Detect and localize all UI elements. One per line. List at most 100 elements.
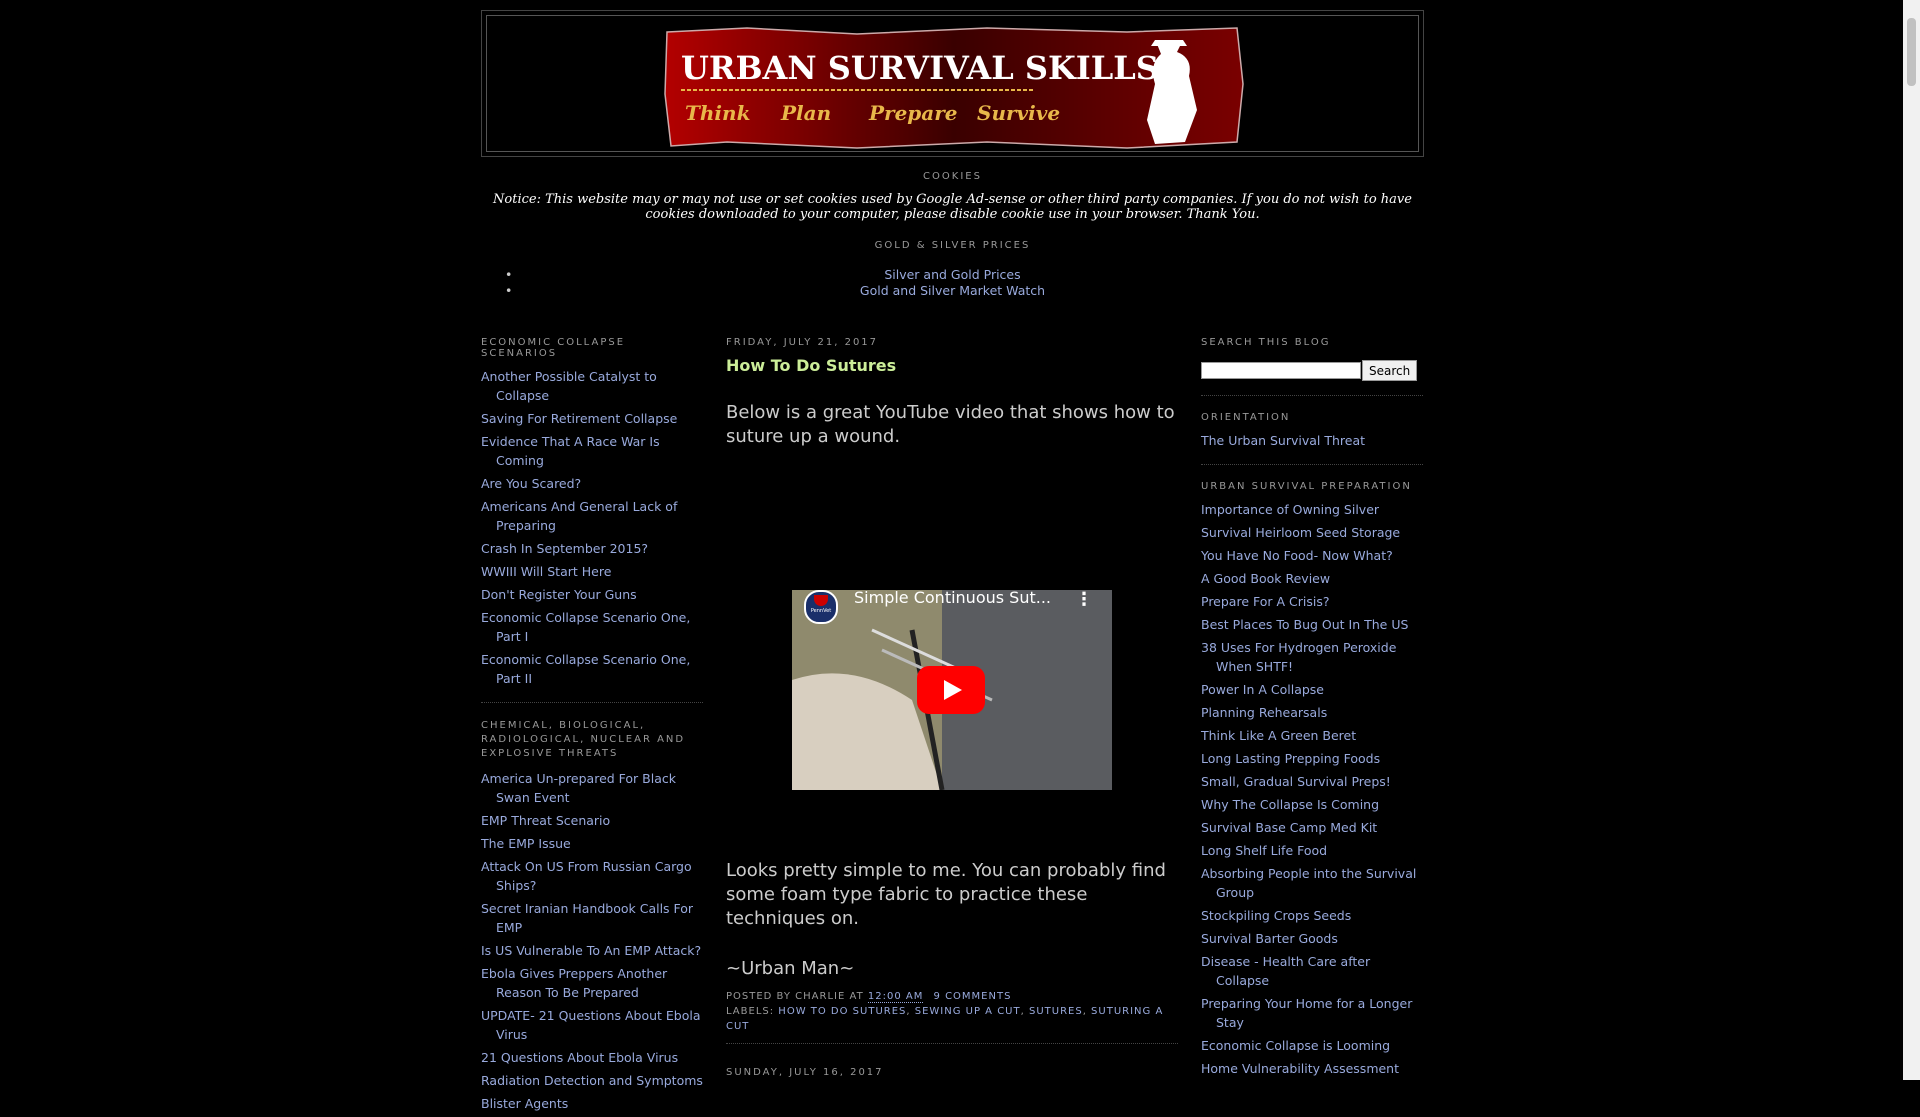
label-link[interactable]: HOW TO DO SUTURES xyxy=(778,1006,906,1017)
sidebar-link[interactable]: Economic Collapse is Looming xyxy=(1201,1038,1390,1053)
list-item: Disease - Health Care after Collapse xyxy=(1201,952,1423,990)
list-item: Economic Collapse Scenario One, Part I xyxy=(481,608,703,646)
page-container: URBAN SURVIVAL SKILLS Think Plan Prepare… xyxy=(481,10,1424,299)
list-item: Best Places To Bug Out In The US xyxy=(1201,615,1423,634)
gold-silver-market-watch-link[interactable]: Gold and Silver Market Watch xyxy=(860,283,1045,298)
sidebar-link[interactable]: Economic Collapse Scenario One, Part II xyxy=(481,652,690,686)
tagline-prepare: Prepare xyxy=(868,101,958,125)
page-scrollbar[interactable] xyxy=(1903,0,1920,1080)
video-title[interactable]: Simple Continuous Sut... xyxy=(854,590,1051,607)
sidebar-link[interactable]: Another Possible Catalyst to Collapse xyxy=(481,369,657,403)
sidebar-link[interactable]: Preparing Your Home for a Longer Stay xyxy=(1201,996,1412,1030)
list-item: 38 Uses For Hydrogen Peroxide When SHTF! xyxy=(1201,638,1423,676)
sidebar-link[interactable]: Long Shelf Life Food xyxy=(1201,843,1327,858)
sidebar-link[interactable]: Power In A Collapse xyxy=(1201,682,1324,697)
list-item: • Gold and Silver Market Watch xyxy=(481,283,1424,299)
comments-link[interactable]: 9 COMMENTS xyxy=(934,991,1012,1002)
sidebar-link[interactable]: The EMP Issue xyxy=(481,836,571,851)
label-link[interactable]: SUTURES xyxy=(1029,1006,1083,1017)
sidebar-link[interactable]: Crash In September 2015? xyxy=(481,541,648,556)
sidebar-link[interactable]: Prepare For A Crisis? xyxy=(1201,594,1330,609)
silver-gold-prices-link[interactable]: Silver and Gold Prices xyxy=(884,267,1020,282)
sidebar-link[interactable]: Evidence That A Race War Is Coming xyxy=(481,434,660,468)
sidebar-link[interactable]: Best Places To Bug Out In The US xyxy=(1201,617,1408,632)
sidebar-link[interactable]: EMP Threat Scenario xyxy=(481,813,610,828)
sidebar-link[interactable]: Home Vulnerability Assessment xyxy=(1201,1061,1399,1076)
post-footer: POSTED BY CHARLIE AT 12:00 AM 9 COMMENTS… xyxy=(726,989,1178,1034)
sidebar-link[interactable]: Americans And General Lack of Preparing xyxy=(481,499,677,533)
orientation-heading: ORIENTATION xyxy=(1201,412,1291,423)
preparation-list: Importance of Owning Silver Survival Hei… xyxy=(1201,500,1423,1078)
sidebar-link[interactable]: 21 Questions About Ebola Virus xyxy=(481,1050,678,1065)
list-item: Power In A Collapse xyxy=(1201,680,1423,699)
sidebar-link[interactable]: Importance of Owning Silver xyxy=(1201,502,1379,517)
sidebar-link[interactable]: Survival Barter Goods xyxy=(1201,931,1338,946)
cbrne-list: America Un-prepared For Black Swan Event… xyxy=(481,769,703,1113)
header-inner: URBAN SURVIVAL SKILLS Think Plan Prepare… xyxy=(486,15,1419,152)
tagline-plan: Plan xyxy=(780,101,831,125)
sidebar-link[interactable]: Disease - Health Care after Collapse xyxy=(1201,954,1370,988)
sidebar-link[interactable]: America Un-prepared For Black Swan Event xyxy=(481,771,676,805)
list-item: Survival Base Camp Med Kit xyxy=(1201,818,1423,837)
left-sidebar: ECONOMIC COLLAPSE SCENARIOS Another Poss… xyxy=(481,337,703,1117)
tagline-survive: Survive xyxy=(977,101,1060,125)
divider xyxy=(1201,395,1423,396)
post-date: FRIDAY, JULY 21, 2017 xyxy=(726,337,879,348)
sidebar-link[interactable]: Long Lasting Prepping Foods xyxy=(1201,751,1380,766)
sidebar-link[interactable]: Secret Iranian Handbook Calls For EMP xyxy=(481,901,693,935)
post-title[interactable]: How To Do Sutures xyxy=(726,356,1178,375)
sidebar-link[interactable]: Don't Register Your Guns xyxy=(481,587,637,602)
sidebar-link[interactable]: Blister Agents xyxy=(481,1096,568,1111)
sidebar-link[interactable]: Economic Collapse Scenario One, Part I xyxy=(481,610,690,644)
sidebar-link[interactable]: Attack On US From Russian Cargo Ships? xyxy=(481,859,692,893)
more-options-icon[interactable]: ⋮ xyxy=(1075,590,1093,610)
sidebar-link[interactable]: The Urban Survival Threat xyxy=(1201,433,1365,448)
site-title: URBAN SURVIVAL SKILLS xyxy=(681,49,1159,87)
post-intro: Below is a great YouTube video that show… xyxy=(726,402,1175,447)
list-item: A Good Book Review xyxy=(1201,569,1423,588)
sidebar-link[interactable]: Saving For Retirement Collapse xyxy=(481,411,677,426)
play-button-icon[interactable] xyxy=(917,666,985,714)
sidebar-link[interactable]: Ebola Gives Preppers Another Reason To B… xyxy=(481,966,667,1000)
sidebar-link[interactable]: Planning Rehearsals xyxy=(1201,705,1327,720)
sidebar-link[interactable]: Small, Gradual Survival Preps! xyxy=(1201,774,1391,789)
sidebar-link[interactable]: UPDATE- 21 Questions About Ebola Virus xyxy=(481,1008,701,1042)
next-post-date: SUNDAY, JULY 16, 2017 xyxy=(726,1067,884,1078)
channel-badge-text: PennVet xyxy=(810,608,832,614)
search-input[interactable] xyxy=(1201,362,1361,379)
list-item: Economic Collapse is Looming xyxy=(1201,1036,1423,1055)
sidebar-link[interactable]: Survival Heirloom Seed Storage xyxy=(1201,525,1400,540)
youtube-video[interactable]: PennVet Simple Continuous Sut... ⋮ xyxy=(792,590,1112,790)
channel-avatar[interactable]: PennVet xyxy=(804,590,838,624)
sidebar-link[interactable]: Stockpiling Crops Seeds xyxy=(1201,908,1351,923)
label-link[interactable]: SEWING UP A CUT xyxy=(915,1006,1021,1017)
sidebar-link[interactable]: Are You Scared? xyxy=(481,476,581,491)
cookies-heading: COOKIES xyxy=(923,171,982,182)
header: URBAN SURVIVAL SKILLS Think Plan Prepare… xyxy=(481,10,1424,157)
sidebar-link[interactable]: Is US Vulnerable To An EMP Attack? xyxy=(481,943,701,958)
list-item: 21 Questions About Ebola Virus xyxy=(481,1048,703,1067)
post-signature: ~Urban Man~ xyxy=(726,958,855,979)
post-labels-line: LABELS: HOW TO DO SUTURES, SEWING UP A C… xyxy=(726,1006,1164,1032)
sidebar-link[interactable]: Absorbing People into the Survival Group xyxy=(1201,866,1416,900)
list-item: Absorbing People into the Survival Group xyxy=(1201,864,1423,902)
sidebar-link[interactable]: WWIII Will Start Here xyxy=(481,564,611,579)
main-column: FRIDAY, JULY 21, 2017 How To Do Sutures … xyxy=(726,337,1178,1080)
scrollbar-thumb[interactable] xyxy=(1907,18,1916,86)
sidebar-link[interactable]: A Good Book Review xyxy=(1201,571,1330,586)
sidebar-link[interactable]: Why The Collapse Is Coming xyxy=(1201,797,1379,812)
sidebar-link[interactable]: Radiation Detection and Symptoms xyxy=(481,1073,703,1088)
sidebar-link[interactable]: 38 Uses For Hydrogen Peroxide When SHTF! xyxy=(1201,640,1396,674)
post-time-link[interactable]: 12:00 AM xyxy=(867,991,924,1003)
list-item: Attack On US From Russian Cargo Ships? xyxy=(481,857,703,895)
search-button[interactable]: Search xyxy=(1362,360,1418,381)
list-item: Small, Gradual Survival Preps! xyxy=(1201,772,1423,791)
orientation-list: The Urban Survival Threat xyxy=(1201,431,1423,450)
sidebar-link[interactable]: You Have No Food- Now What? xyxy=(1201,548,1393,563)
divider xyxy=(1201,464,1423,465)
list-item: Why The Collapse Is Coming xyxy=(1201,795,1423,814)
posted-by-label: POSTED BY xyxy=(726,991,791,1002)
sidebar-link[interactable]: Survival Base Camp Med Kit xyxy=(1201,820,1377,835)
list-item: Radiation Detection and Symptoms xyxy=(481,1071,703,1090)
sidebar-link[interactable]: Think Like A Green Beret xyxy=(1201,728,1356,743)
